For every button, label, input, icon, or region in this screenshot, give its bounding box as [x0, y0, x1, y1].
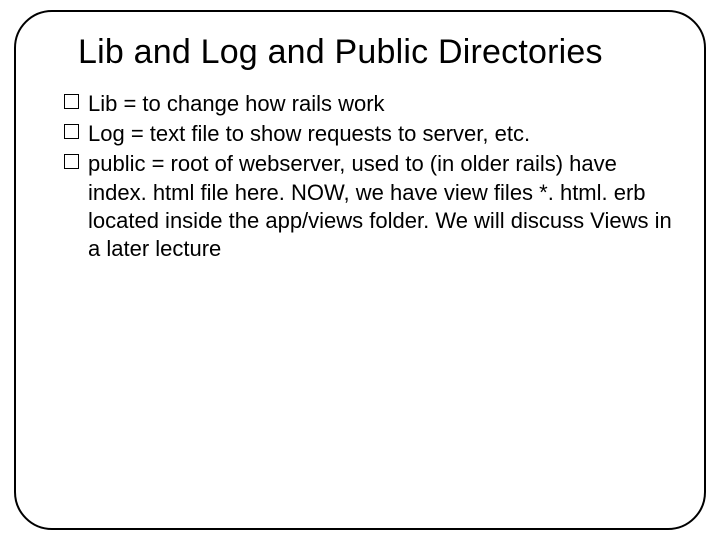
slide-frame: Lib and Log and Public Directories Lib =…: [14, 10, 706, 530]
bullet-list: Lib = to change how rails work Log = tex…: [64, 90, 676, 263]
list-item: public = root of webserver, used to (in …: [64, 150, 676, 263]
bullet-text: Lib = to change how rails work: [88, 91, 385, 116]
square-bullet-icon: [64, 94, 79, 109]
square-bullet-icon: [64, 154, 79, 169]
list-item: Lib = to change how rails work: [64, 90, 676, 118]
bullet-text: Log = text file to show requests to serv…: [88, 121, 530, 146]
list-item: Log = text file to show requests to serv…: [64, 120, 676, 148]
slide-title: Lib and Log and Public Directories: [78, 32, 676, 72]
square-bullet-icon: [64, 124, 79, 139]
bullet-text: public = root of webserver, used to (in …: [88, 151, 672, 260]
